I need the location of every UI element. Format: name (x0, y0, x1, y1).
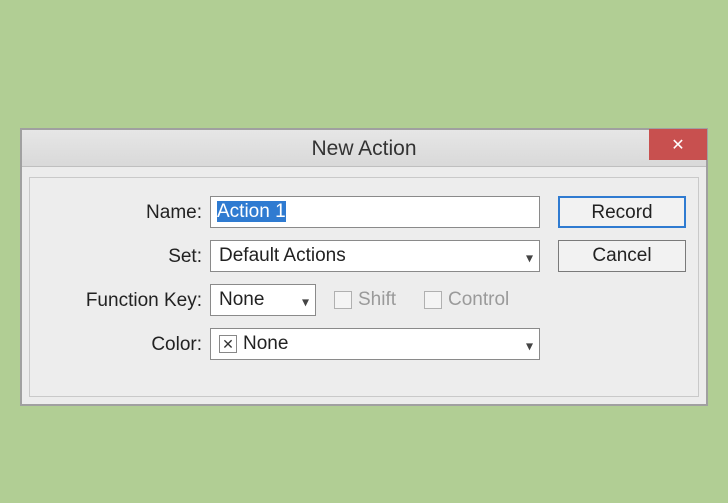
checkbox-icon (334, 291, 352, 309)
function-key-select-value: None (219, 289, 264, 310)
function-key-label: Function Key: (30, 284, 202, 318)
function-key-select[interactable]: None ▾ (210, 284, 316, 316)
checkbox-icon (424, 291, 442, 309)
name-label: Name: (30, 196, 202, 230)
color-select[interactable]: ✕ None ▾ (210, 328, 540, 360)
shift-checkbox[interactable]: Shift (334, 284, 396, 316)
dialog-body: Name: Action 1 Set: Default Actions ▾ Fu… (29, 177, 699, 397)
color-swatch-none-icon: ✕ (219, 335, 237, 353)
row-color: Color: ✕ None ▾ (30, 328, 698, 362)
record-button[interactable]: Record (558, 196, 686, 228)
chevron-down-icon: ▾ (302, 287, 309, 317)
name-input[interactable]: Action 1 (210, 196, 540, 228)
cancel-button[interactable]: Cancel (558, 240, 686, 272)
new-action-dialog: New Action ✕ Name: Action 1 Set: Default… (20, 128, 708, 406)
set-select[interactable]: Default Actions ▾ (210, 240, 540, 272)
color-label: Color: (30, 328, 202, 362)
row-function-key: Function Key: None ▾ Shift Control (30, 284, 698, 318)
chevron-down-icon: ▾ (526, 331, 533, 361)
color-select-value: None (243, 333, 288, 354)
set-label: Set: (30, 240, 202, 274)
name-input-value: Action 1 (217, 201, 286, 222)
chevron-down-icon: ▾ (526, 243, 533, 273)
close-icon: ✕ (671, 135, 684, 155)
set-select-value: Default Actions (219, 245, 346, 266)
title-bar: New Action ✕ (22, 130, 706, 167)
control-checkbox-label: Control (448, 289, 509, 311)
dialog-title: New Action (22, 130, 706, 167)
shift-checkbox-label: Shift (358, 289, 396, 311)
close-button[interactable]: ✕ (649, 129, 707, 160)
control-checkbox[interactable]: Control (424, 284, 509, 316)
